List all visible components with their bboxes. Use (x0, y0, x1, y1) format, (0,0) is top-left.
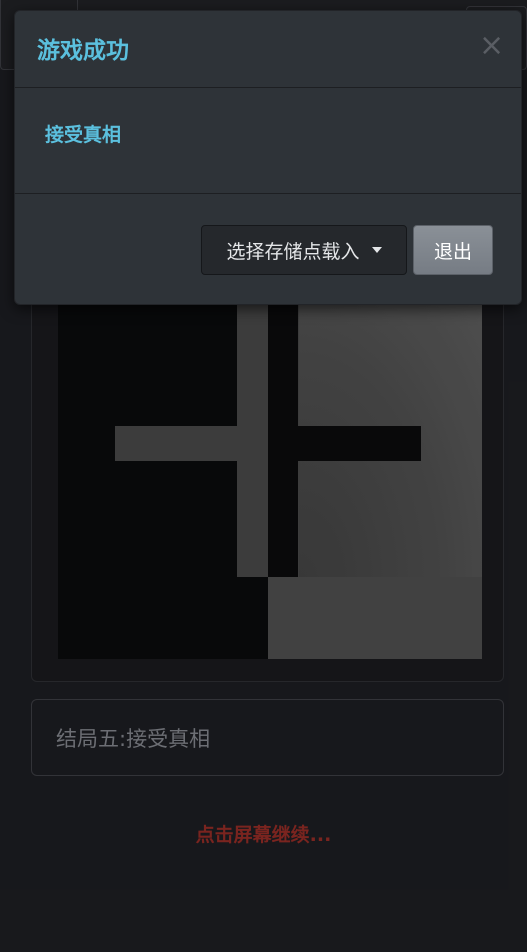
exit-button[interactable]: 退出 (413, 225, 493, 275)
modal-title: 游戏成功 (37, 38, 129, 64)
modal-footer: 选择存储点载入 退出 (15, 194, 521, 306)
modal-message: 接受真相 (45, 124, 122, 146)
caret-down-icon (371, 247, 382, 253)
load-save-label: 选择存储点载入 (226, 240, 360, 263)
game-success-modal: 游戏成功 × 接受真相 选择存储点载入 退出 (14, 10, 522, 305)
close-icon[interactable]: × (479, 31, 504, 61)
modal-body: 接受真相 (15, 88, 521, 194)
modal-header: 游戏成功 × (15, 11, 521, 88)
load-save-dropdown-button[interactable]: 选择存储点载入 (201, 225, 407, 275)
